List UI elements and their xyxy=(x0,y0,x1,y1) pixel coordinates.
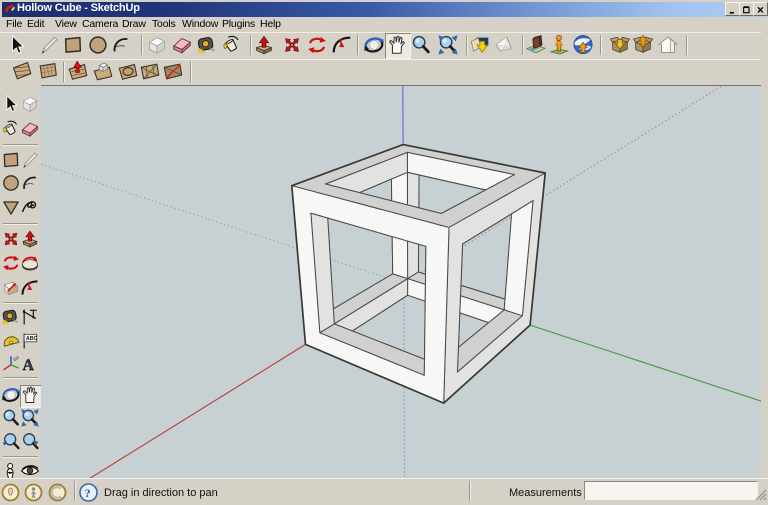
svg-text:ABC: ABC xyxy=(26,336,38,342)
svg-text:A: A xyxy=(23,357,35,374)
svg-text:?: ? xyxy=(85,486,91,500)
